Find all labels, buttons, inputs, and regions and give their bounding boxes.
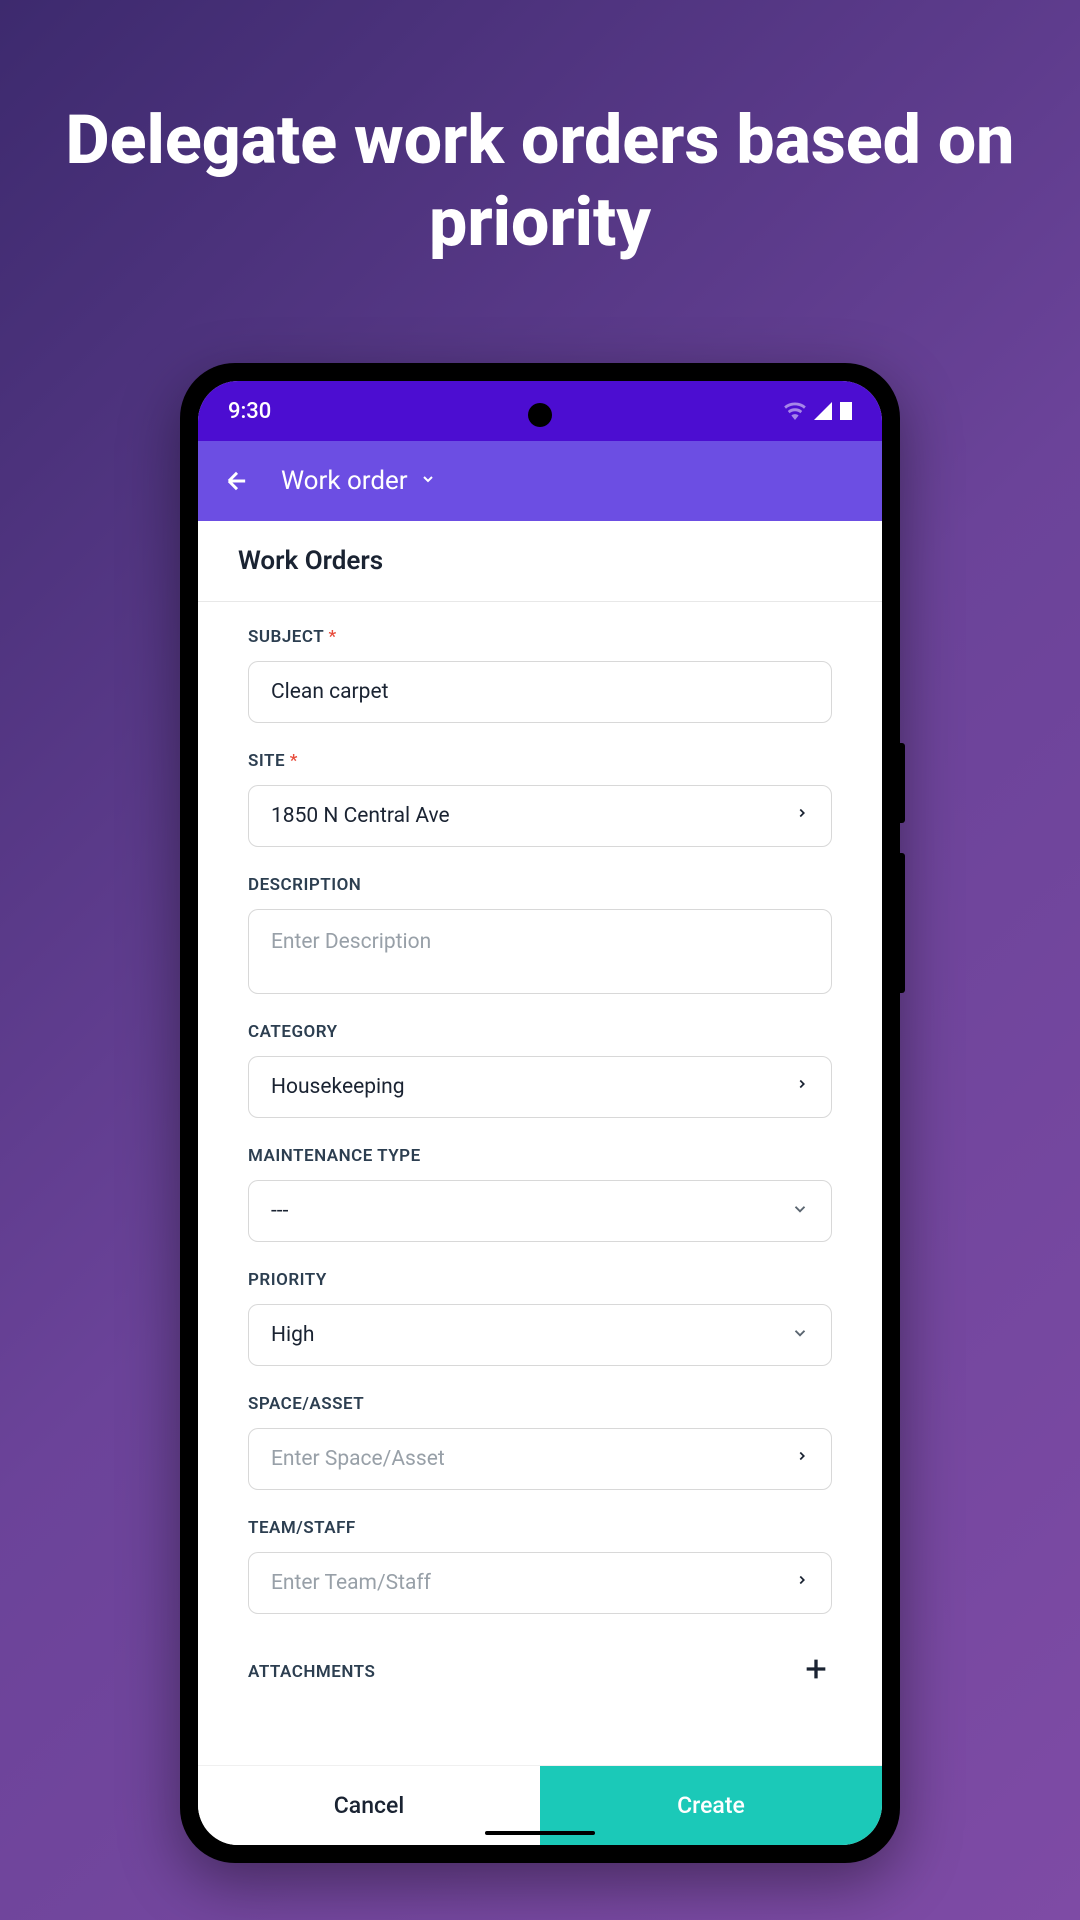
subject-group: SUBJECT * Clean carpet <box>248 627 832 723</box>
site-label: SITE * <box>248 751 832 771</box>
chevron-right-icon <box>795 1073 809 1101</box>
battery-icon <box>840 402 852 420</box>
team-staff-label: TEAM/STAFF <box>248 1518 832 1538</box>
space-asset-group: SPACE/ASSET Enter Space/Asset <box>248 1394 832 1490</box>
space-asset-selector[interactable]: Enter Space/Asset <box>248 1428 832 1490</box>
required-indicator: * <box>329 627 337 647</box>
status-time: 9:30 <box>228 399 271 424</box>
priority-group: PRIORITY High <box>248 1270 832 1366</box>
priority-label: PRIORITY <box>248 1270 832 1290</box>
header-title-text: Work order <box>281 466 408 496</box>
chevron-right-icon <box>795 1569 809 1597</box>
category-label: CATEGORY <box>248 1022 832 1042</box>
chevron-down-icon <box>791 1324 809 1347</box>
wifi-icon <box>784 402 806 420</box>
site-group: SITE * 1850 N Central Ave <box>248 751 832 847</box>
app-header: Work order <box>198 441 882 521</box>
category-selector[interactable]: Housekeeping <box>248 1056 832 1118</box>
subject-label: SUBJECT * <box>248 627 832 647</box>
attachments-label: ATTACHMENTS <box>248 1662 375 1682</box>
header-title-dropdown[interactable]: Work order <box>281 466 436 496</box>
add-attachment-button[interactable] <box>800 1647 832 1696</box>
chevron-down-icon <box>791 1200 809 1223</box>
camera-notch <box>528 403 552 427</box>
maintenance-type-group: MAINTENANCE TYPE --- <box>248 1146 832 1242</box>
chevron-down-icon <box>420 471 436 492</box>
phone-frame: 9:30 Work order <box>180 363 900 1863</box>
chevron-right-icon <box>795 1445 809 1473</box>
attachments-group: ATTACHMENTS <box>248 1642 832 1701</box>
chevron-right-icon <box>795 802 809 830</box>
signal-icon <box>814 402 832 420</box>
site-selector[interactable]: 1850 N Central Ave <box>248 785 832 847</box>
description-group: DESCRIPTION Enter Description <box>248 875 832 994</box>
subject-input[interactable]: Clean carpet <box>248 661 832 723</box>
marketing-headline: Delegate work orders based on priority <box>0 100 1080 263</box>
description-input[interactable]: Enter Description <box>248 909 832 994</box>
phone-screen: 9:30 Work order <box>198 381 882 1845</box>
phone-side-button <box>900 853 905 993</box>
phone-side-button <box>900 743 905 823</box>
team-staff-selector[interactable]: Enter Team/Staff <box>248 1552 832 1614</box>
status-icons <box>784 402 852 420</box>
team-staff-group: TEAM/STAFF Enter Team/Staff <box>248 1518 832 1614</box>
required-indicator: * <box>290 751 298 771</box>
back-arrow-icon[interactable] <box>223 467 251 495</box>
maintenance-type-label: MAINTENANCE TYPE <box>248 1146 832 1166</box>
category-group: CATEGORY Housekeeping <box>248 1022 832 1118</box>
description-label: DESCRIPTION <box>248 875 832 895</box>
space-asset-label: SPACE/ASSET <box>248 1394 832 1414</box>
maintenance-type-dropdown[interactable]: --- <box>248 1180 832 1242</box>
home-indicator[interactable] <box>485 1831 595 1835</box>
priority-dropdown[interactable]: High <box>248 1304 832 1366</box>
section-title: Work Orders <box>198 521 882 602</box>
form-content: SUBJECT * Clean carpet SITE * 1850 N Cen… <box>198 602 882 1765</box>
